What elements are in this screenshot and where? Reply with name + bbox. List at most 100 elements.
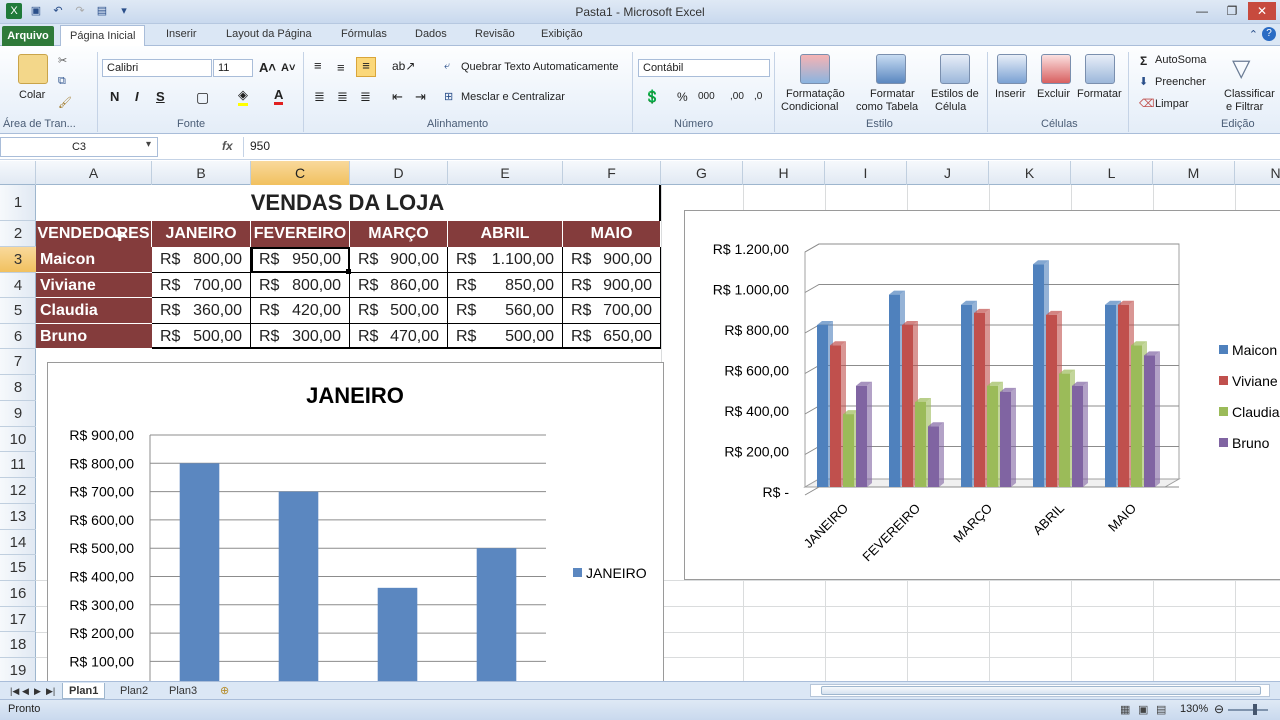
header-cell[interactable]: ABRIL (448, 221, 563, 247)
value-cell[interactable]: R$ 800,00 (152, 247, 251, 273)
cell-styles-label[interactable]: Estilos de (931, 88, 979, 100)
zoom-out-icon[interactable]: ⊖ (1214, 702, 1224, 716)
column-header-k[interactable]: K (989, 161, 1071, 185)
seller-name[interactable]: Viviane (36, 273, 152, 298)
align-right-icon[interactable]: ≣ (360, 89, 371, 105)
value-cell[interactable]: R$ 360,00 (152, 298, 251, 324)
value-cell-selected[interactable]: R$ 950,00 (251, 247, 350, 273)
value-cell[interactable]: R$ 850,00 (448, 273, 563, 298)
tab-data[interactable]: Dados (415, 28, 447, 40)
conditional-formatting-icon[interactable] (800, 54, 830, 84)
fill-handle[interactable] (346, 269, 351, 274)
value-cell[interactable]: R$ 470,00 (350, 324, 448, 349)
value-cell[interactable]: R$ 900,00 (563, 247, 661, 273)
cut-icon[interactable]: ✂ (58, 54, 67, 67)
column-header-f[interactable]: F (563, 161, 661, 185)
normal-view-icon[interactable]: ▦ (1120, 703, 1130, 716)
name-box[interactable]: C3 (0, 137, 158, 157)
italic-button[interactable]: I (135, 89, 139, 104)
row-header[interactable]: 10 (0, 427, 36, 452)
value-cell[interactable]: R$ 500,00 (350, 298, 448, 324)
sheet-tab-plan2[interactable]: Plan2 (114, 683, 154, 699)
minimize-ribbon-icon[interactable]: ⌃ (1249, 28, 1258, 41)
value-cell[interactable]: R$ 900,00 (350, 247, 448, 273)
seller-name[interactable]: Bruno (36, 324, 152, 349)
sort-filter-label[interactable]: Classificar (1224, 88, 1275, 100)
increase-indent-icon[interactable]: ⇥ (415, 89, 426, 105)
column-header-j[interactable]: J (907, 161, 989, 185)
row-header[interactable]: 4 (0, 273, 36, 298)
horizontal-scroll-thumb[interactable] (821, 686, 1261, 695)
value-cell[interactable]: R$ 900,00 (563, 273, 661, 298)
select-all-corner[interactable] (0, 161, 36, 185)
row-header[interactable]: 8 (0, 375, 36, 401)
tab-formulas[interactable]: Fórmulas (341, 28, 387, 40)
delete-cells-icon[interactable] (1041, 54, 1071, 84)
wrap-text-icon[interactable]: ⤶ (444, 60, 450, 73)
shrink-font-icon[interactable]: A˅ (281, 62, 295, 74)
font-color-icon[interactable]: A (274, 87, 284, 105)
increase-decimal-button[interactable]: ,00 (730, 91, 744, 102)
sheet-tab-plan1[interactable]: Plan1 (62, 683, 106, 699)
column-header-d[interactable]: D (350, 161, 448, 185)
column-header-i[interactable]: I (825, 161, 907, 185)
value-cell[interactable]: R$ 700,00 (563, 298, 661, 324)
row-header-active[interactable]: 3 (0, 247, 36, 273)
sheet-title[interactable]: VENDAS DA LOJA (36, 185, 661, 221)
minimize-icon[interactable]: — (1188, 2, 1216, 20)
chart-vendas[interactable]: R$ 1.200,00 R$ 1.000,00 R$ 800,00 R$ 600,00… (684, 210, 1280, 580)
wrap-text-button[interactable]: Quebrar Texto Automaticamente (461, 61, 619, 73)
value-cell[interactable]: R$ 800,00 (251, 273, 350, 298)
fill-button[interactable]: Preencher (1155, 76, 1206, 88)
row-header[interactable]: 6 (0, 324, 36, 349)
header-cell[interactable]: VENDEDORES (36, 221, 152, 247)
decrease-decimal-button[interactable]: ,0 (754, 91, 762, 102)
paste-button[interactable]: Colar (19, 89, 45, 101)
tab-insert[interactable]: Inserir (166, 28, 197, 40)
row-header[interactable]: 17 (0, 607, 36, 632)
help-icon[interactable]: ? (1262, 27, 1276, 41)
tab-page-layout[interactable]: Layout da Página (226, 28, 312, 40)
value-cell[interactable]: R$ 420,00 (251, 298, 350, 324)
fill-icon[interactable]: ⬇ (1139, 75, 1148, 88)
number-format-select[interactable]: Contábil (638, 59, 770, 77)
insert-cells-button[interactable]: Inserir (995, 88, 1026, 100)
conditional-formatting-label[interactable]: Formatação (786, 88, 845, 100)
formula-input[interactable]: 950 (250, 139, 270, 153)
insert-sheet-icon[interactable]: ⊕ (214, 683, 235, 699)
zoom-level[interactable]: 130% (1180, 703, 1208, 715)
horizontal-scrollbar[interactable] (810, 684, 1270, 697)
cell-styles-button[interactable]: Célula (935, 101, 966, 113)
format-as-table-icon[interactable] (876, 54, 906, 84)
column-header-b[interactable]: B (152, 161, 251, 185)
format-cells-button[interactable]: Formatar (1077, 88, 1122, 100)
row-header[interactable]: 7 (0, 349, 36, 375)
bold-button[interactable]: N (110, 89, 119, 104)
header-cell[interactable]: FEVEREIRO (251, 221, 350, 247)
percent-button[interactable]: % (677, 90, 688, 104)
clear-icon[interactable]: ⌫ (1139, 97, 1155, 110)
orientation-icon[interactable]: ab↗ (392, 59, 415, 73)
column-header-l[interactable]: L (1071, 161, 1153, 185)
row-header[interactable]: 1 (0, 185, 36, 221)
tab-view[interactable]: Exibição (541, 28, 583, 40)
row-header[interactable]: 5 (0, 298, 36, 324)
column-header-h[interactable]: H (743, 161, 825, 185)
thousands-button[interactable]: 000 (698, 91, 715, 102)
column-header-e[interactable]: E (448, 161, 563, 185)
delete-cells-button[interactable]: Excluir (1037, 88, 1070, 100)
currency-icon[interactable]: 💲 (644, 89, 660, 105)
value-cell[interactable]: R$ 500,00 (152, 324, 251, 349)
merge-center-icon[interactable]: ⊞ (444, 90, 453, 103)
format-as-table-button[interactable]: como Tabela (856, 101, 918, 113)
borders-icon[interactable]: ▢ (196, 89, 209, 106)
value-cell[interactable]: R$ 650,00 (563, 324, 661, 349)
value-cell[interactable]: R$ 560,00 (448, 298, 563, 324)
font-size-select[interactable]: 11 (213, 59, 253, 77)
clear-button[interactable]: Limpar (1155, 98, 1189, 110)
tab-home[interactable]: Página Inicial (60, 25, 146, 47)
seller-name[interactable]: Maicon (36, 247, 152, 273)
maximize-icon[interactable]: ❐ (1218, 2, 1246, 20)
format-painter-icon[interactable]: 🖌 (58, 96, 72, 109)
value-cell[interactable]: R$ 1.100,00 (448, 247, 563, 273)
